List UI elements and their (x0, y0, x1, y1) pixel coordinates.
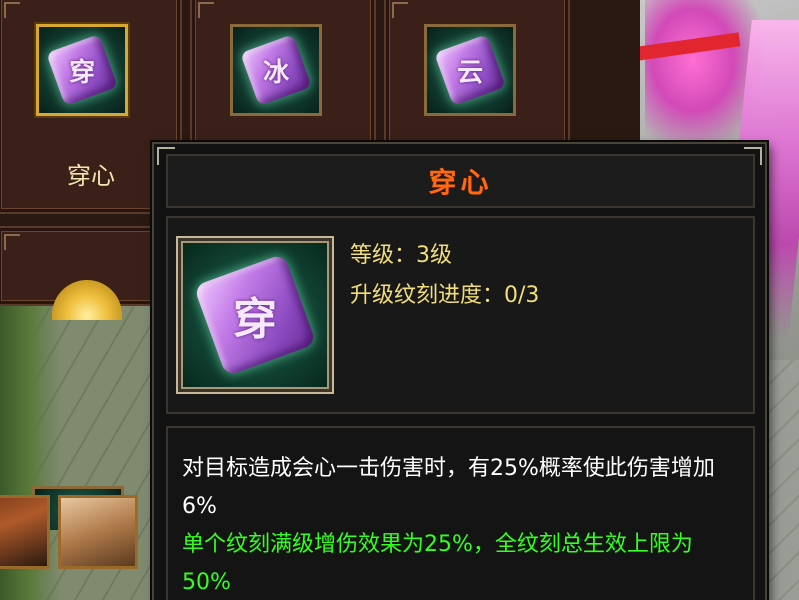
tooltip-title-bar: 穿心 (166, 154, 755, 208)
engraving-slot-chuanxin[interactable]: 穿 (36, 24, 128, 116)
avatar-warrior[interactable] (0, 495, 50, 569)
engraving-gem-icon: 云 (434, 34, 506, 106)
engraving-slot-bing[interactable]: 冰 (230, 24, 322, 116)
engraving-slot-yun[interactable]: 云 (424, 24, 516, 116)
engraving-gem-icon: 穿 (193, 253, 317, 377)
engraving-gem-icon: 穿 (46, 34, 118, 106)
engraving-tooltip: 穿心 穿 等级：3级 升级纹刻进度：0/3 对目标造成会心一击伤害时，有25%概… (152, 142, 767, 600)
tooltip-stats: 等级：3级 升级纹刻进度：0/3 (350, 236, 539, 316)
upgrade-progress-text: 升级纹刻进度：0/3 (350, 283, 540, 308)
gem-glyph: 穿 (68, 57, 96, 88)
level-text: 等级：3级 (350, 243, 452, 268)
tooltip-title: 穿心 (428, 166, 493, 199)
bonus-description: 单个纹刻满级增伤效果为25%，全纹刻总生效上限为50% (182, 532, 693, 595)
avatar-horse[interactable] (58, 495, 138, 569)
effect-description: 对目标造成会心一击伤害时，有25%概率使此伤害增加6% (182, 456, 715, 519)
tooltip-icon-frame: 穿 (176, 236, 334, 394)
gem-glyph: 云 (456, 57, 484, 88)
gem-glyph: 冰 (262, 57, 290, 88)
gem-glyph: 穿 (233, 294, 277, 345)
tooltip-info-section: 穿 等级：3级 升级纹刻进度：0/3 (166, 216, 755, 414)
tooltip-description-section: 对目标造成会心一击伤害时，有25%概率使此伤害增加6% 单个纹刻满级增伤效果为2… (166, 426, 755, 600)
engraving-gem-icon: 冰 (240, 34, 312, 106)
